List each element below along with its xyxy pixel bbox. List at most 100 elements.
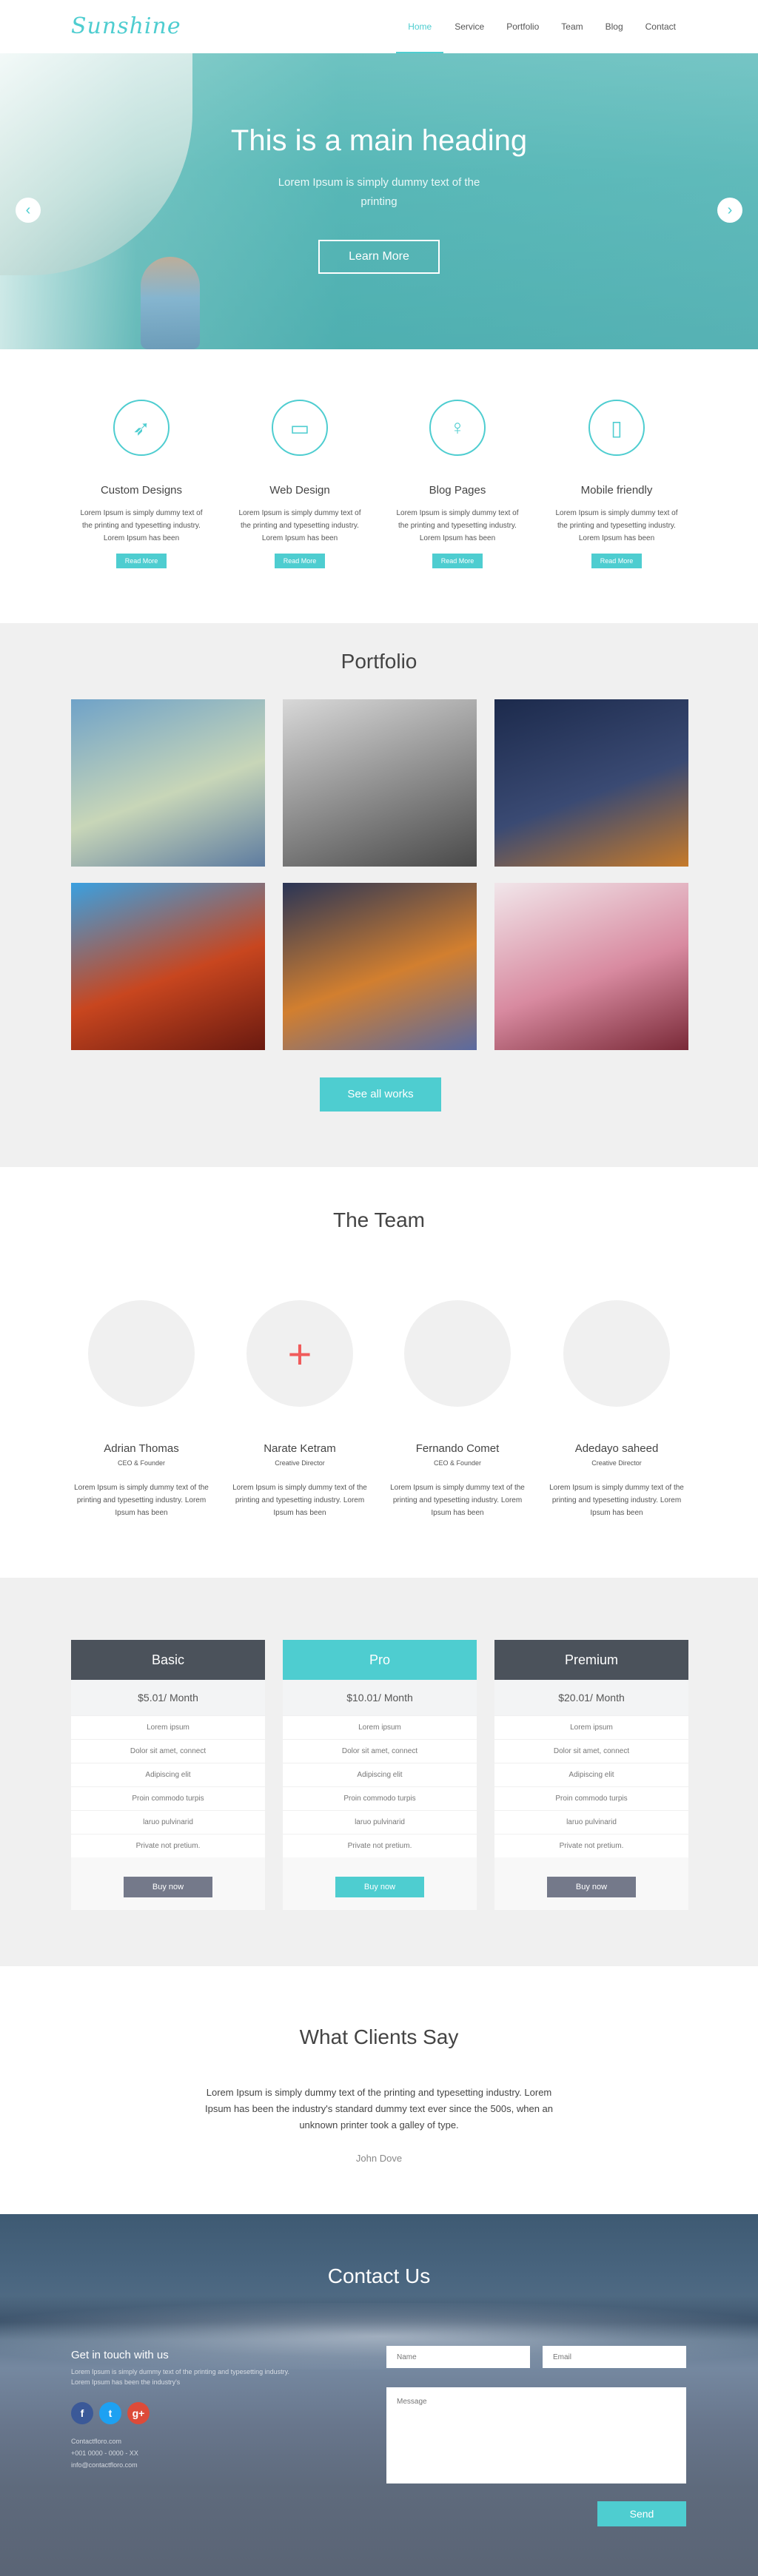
read-more-button[interactable]: Read More xyxy=(591,554,642,568)
plus-icon[interactable]: + xyxy=(246,1300,353,1407)
learn-more-button[interactable]: Learn More xyxy=(318,240,440,274)
member-bio: Lorem Ipsum is simply dummy text of the … xyxy=(232,1484,367,1517)
photographer-photo[interactable] xyxy=(283,699,477,867)
plan-feature: Proin commodo turpis xyxy=(283,1786,477,1810)
testimonial-section: What Clients Say Lorem Ipsum is simply d… xyxy=(0,1966,758,2214)
nav-team[interactable]: Team xyxy=(550,0,594,53)
nav-blog[interactable]: Blog xyxy=(594,0,634,53)
buy-now-button[interactable]: Buy now xyxy=(547,1877,636,1897)
rocket-icon: ➶ xyxy=(113,400,170,456)
pricing-plan-premium: Premium $20.01/ Month Lorem ipsum Dolor … xyxy=(494,1640,688,1910)
nav-contact[interactable]: Contact xyxy=(634,0,687,53)
service-title: Blog Pages xyxy=(429,484,486,497)
plan-features: Lorem ipsum Dolor sit amet, connect Adip… xyxy=(494,1715,688,1857)
plan-name: Basic xyxy=(71,1640,265,1680)
name-field[interactable] xyxy=(386,2346,530,2368)
cherry-blossom-photo[interactable] xyxy=(494,883,688,1050)
member-role: Creative Director xyxy=(275,1459,325,1467)
chevron-left-icon[interactable]: ‹ xyxy=(16,198,41,223)
testimonial-author: John Dove xyxy=(355,2153,403,2164)
facebook-icon[interactable]: f xyxy=(71,2402,93,2424)
hero-ship-image xyxy=(0,53,192,275)
chevron-right-icon[interactable]: › xyxy=(717,198,742,223)
plan-feature: Dolor sit amet, connect xyxy=(71,1739,265,1763)
nav-portfolio[interactable]: Portfolio xyxy=(495,0,550,53)
main-menu: Home Service Portfolio Team Blog Contact xyxy=(396,0,687,53)
service-title: Web Design xyxy=(269,484,330,497)
message-field[interactable] xyxy=(386,2387,686,2483)
hero-person-image xyxy=(141,257,200,349)
contact-title: Contact Us xyxy=(327,2264,431,2287)
read-more-button[interactable]: Read More xyxy=(275,554,325,568)
get-in-touch-heading: Get in touch with us xyxy=(71,2349,169,2361)
send-button[interactable]: Send xyxy=(597,2501,686,2526)
tokyo-tower-night-photo[interactable] xyxy=(494,699,688,867)
team-member: Fernando Comet CEO & Founder Lorem Ipsum… xyxy=(387,1300,528,1519)
service-text: Lorem Ipsum is simply dummy text of the … xyxy=(80,509,203,542)
mountain-cliff-photo[interactable] xyxy=(71,699,265,867)
service-text: Lorem Ipsum is simply dummy text of the … xyxy=(396,509,519,542)
twitter-icon[interactable]: t xyxy=(99,2402,121,2424)
plan-price: $5.01/ Month xyxy=(71,1680,265,1715)
logo[interactable]: Sunshine xyxy=(71,13,181,39)
avatar[interactable] xyxy=(404,1300,511,1407)
service-card: ▯ Mobile friendly Lorem Ipsum is simply … xyxy=(546,400,687,568)
contact-intro: Lorem Ipsum is simply dummy text of the … xyxy=(71,2368,289,2386)
lantern-street-photo[interactable] xyxy=(71,883,265,1050)
plan-feature: Adipiscing elit xyxy=(494,1763,688,1786)
plan-feature: Adipiscing elit xyxy=(283,1763,477,1786)
pricing-plan-pro: Pro $10.01/ Month Lorem ipsum Dolor sit … xyxy=(283,1640,477,1910)
avatar[interactable] xyxy=(563,1300,670,1407)
service-card: ➶ Custom Designs Lorem Ipsum is simply d… xyxy=(71,400,212,568)
plan-feature: Proin commodo turpis xyxy=(71,1786,265,1810)
lightbulb-icon: ♀ xyxy=(429,400,486,456)
team-member: Adrian Thomas CEO & Founder Lorem Ipsum … xyxy=(71,1300,212,1519)
contact-website: Contactfloro.com xyxy=(71,2438,122,2445)
plan-feature: Lorem ipsum xyxy=(494,1715,688,1739)
plan-name: Pro xyxy=(283,1640,477,1680)
buy-now-button[interactable]: Buy now xyxy=(124,1877,212,1897)
service-title: Mobile friendly xyxy=(580,484,653,497)
service-text: Lorem Ipsum is simply dummy text of the … xyxy=(238,509,361,542)
plan-features: Lorem ipsum Dolor sit amet, connect Adip… xyxy=(283,1715,477,1857)
team-title: The Team xyxy=(333,1208,425,1231)
team-member: Adedayo saheed Creative Director Lorem I… xyxy=(546,1300,687,1519)
contact-email: info@contactfloro.com xyxy=(71,2461,138,2469)
plan-price: $20.01/ Month xyxy=(494,1680,688,1715)
see-all-works-button[interactable]: See all works xyxy=(320,1077,441,1112)
top-navbar: Sunshine Home Service Portfolio Team Blo… xyxy=(0,0,758,53)
service-text: Lorem Ipsum is simply dummy text of the … xyxy=(555,509,678,542)
plan-feature: Lorem ipsum xyxy=(283,1715,477,1739)
member-role: CEO & Founder xyxy=(433,1459,482,1467)
read-more-button[interactable]: Read More xyxy=(432,554,483,568)
member-role: Creative Director xyxy=(591,1459,642,1467)
testimonial-quote: Lorem Ipsum is simply dummy text of the … xyxy=(204,2087,554,2131)
plan-price: $10.01/ Month xyxy=(283,1680,477,1715)
monitor-icon: ▭ xyxy=(272,400,328,456)
nav-service[interactable]: Service xyxy=(443,0,495,53)
plan-feature: Dolor sit amet, connect xyxy=(494,1739,688,1763)
google-plus-icon[interactable]: g+ xyxy=(127,2402,150,2424)
mobile-icon: ▯ xyxy=(588,400,645,456)
plan-name: Premium xyxy=(494,1640,688,1680)
plan-feature: Adipiscing elit xyxy=(71,1763,265,1786)
hero-heading: This is a main heading xyxy=(230,124,528,157)
nav-home[interactable]: Home xyxy=(396,0,444,53)
hero-banner: This is a main heading Lorem Ipsum is si… xyxy=(0,53,758,349)
member-bio: Lorem Ipsum is simply dummy text of the … xyxy=(390,1484,525,1517)
plan-feature: laruo pulvinarid xyxy=(283,1810,477,1834)
member-name: Narate Ketram xyxy=(264,1442,336,1455)
plan-feature: Private not pretium. xyxy=(494,1834,688,1857)
city-lights-bokeh-photo[interactable] xyxy=(283,883,477,1050)
portfolio-title: Portfolio xyxy=(341,650,417,673)
plan-feature: laruo pulvinarid xyxy=(71,1810,265,1834)
buy-now-button[interactable]: Buy now xyxy=(335,1877,424,1897)
member-bio: Lorem Ipsum is simply dummy text of the … xyxy=(74,1484,209,1517)
avatar[interactable] xyxy=(88,1300,195,1407)
pricing-section: Basic $5.01/ Month Lorem ipsum Dolor sit… xyxy=(0,1578,758,1966)
team-section: The Team Adrian Thomas CEO & Founder Lor… xyxy=(0,1167,758,1578)
read-more-button[interactable]: Read More xyxy=(116,554,167,568)
member-name: Adrian Thomas xyxy=(104,1442,179,1455)
member-role: CEO & Founder xyxy=(117,1459,166,1467)
email-field[interactable] xyxy=(543,2346,686,2368)
